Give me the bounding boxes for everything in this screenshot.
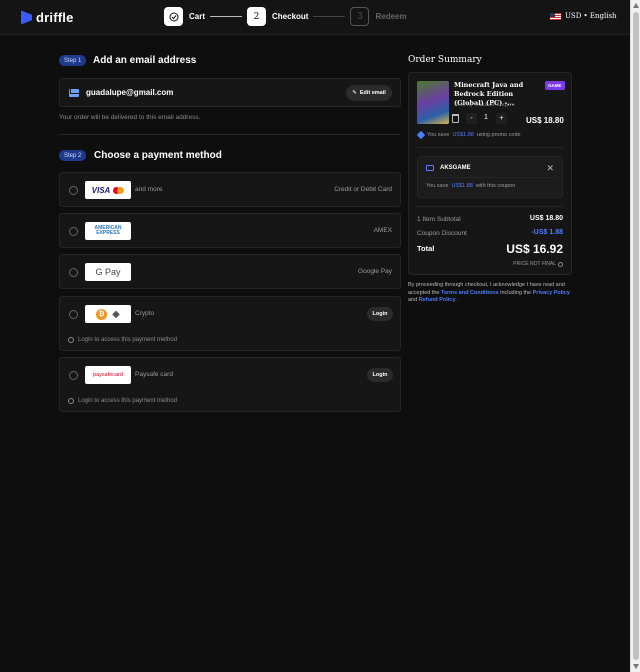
qty-increase-button[interactable]: + xyxy=(496,113,507,124)
amex-logo: AMERICAN EXPRESS xyxy=(85,222,131,240)
email-note: Your order will be delivered to this ema… xyxy=(59,114,201,121)
payment-option-googlepay[interactable]: G Pay Google Pay xyxy=(59,254,401,289)
info-icon xyxy=(68,337,74,343)
step-1-badge: Step 1 xyxy=(59,55,87,66)
brand-name: driffle xyxy=(36,10,74,25)
locale-selector[interactable]: USD • English xyxy=(550,12,617,20)
promo-savings: You save US$1.88 using promo code xyxy=(416,130,521,140)
discount-value: -US$ 1.88 xyxy=(531,229,563,236)
payment-option-paysafe[interactable]: paysafecard Paysafe card Login Login to … xyxy=(59,357,401,412)
step-connector xyxy=(210,16,243,17)
locale-label: USD • English xyxy=(565,12,617,20)
total-label: Total xyxy=(417,244,435,253)
edit-email-button[interactable]: ✎ Edit email xyxy=(346,85,392,101)
product-thumbnail[interactable] xyxy=(417,81,449,124)
page-scrollbar[interactable] xyxy=(630,0,640,672)
price-not-final: PRICE NOT FINAL xyxy=(513,261,563,267)
trash-icon[interactable] xyxy=(452,114,459,123)
ethereum-icon: ◆ xyxy=(112,308,120,320)
top-header: driffle Cart 2 Checkout 3 Redeem USD • E… xyxy=(0,0,630,35)
step-cart-check-icon xyxy=(164,7,183,26)
paysafe-login-button[interactable]: Login xyxy=(367,368,393,382)
step-redeem-number: 3 xyxy=(350,7,370,26)
coupon-savings: You save US$1.88 with this coupon xyxy=(426,183,516,189)
step-checkout-label: Checkout xyxy=(272,12,309,21)
step-connector xyxy=(313,16,346,17)
privacy-link[interactable]: Privacy Policy xyxy=(533,290,570,296)
radio-crypto[interactable] xyxy=(69,310,78,319)
paysafecard-logo: paysafecard xyxy=(85,366,131,384)
payment-option-amex[interactable]: AMERICAN EXPRESS AMEX xyxy=(59,213,401,248)
radio-googlepay[interactable] xyxy=(69,268,78,277)
brand-logo[interactable]: driffle xyxy=(21,10,74,25)
order-summary-card: Minecraft Java and Bedrock Edition (Glob… xyxy=(408,72,572,275)
subtotal-value: US$ 18.80 xyxy=(529,215,563,222)
scroll-thumb[interactable] xyxy=(633,12,639,660)
info-icon xyxy=(68,398,74,404)
subtotal-label: 1 Item Subtotal xyxy=(417,216,461,223)
section-divider xyxy=(59,134,401,135)
card-method-name: Credit or Debit Card xyxy=(334,186,392,193)
paysafe-label: Paysafe card xyxy=(135,371,173,378)
coupon-divider xyxy=(426,177,556,178)
visa-mastercard-logo: VISA xyxy=(85,181,131,199)
googlepay-method-name: Google Pay xyxy=(358,268,392,275)
summary-divider xyxy=(417,206,563,207)
crypto-logo: ₿ ◆ xyxy=(85,305,131,323)
qty-decrease-button[interactable]: - xyxy=(466,113,477,124)
card-more-label: and more xyxy=(135,186,163,193)
radio-amex[interactable] xyxy=(69,227,78,236)
game-badge: GAME xyxy=(545,81,565,90)
step-redeem-label: Redeem xyxy=(375,12,407,21)
terms-link[interactable]: Terms and Conditions xyxy=(441,290,499,296)
terms-notice: By proceeding through checkout, I acknow… xyxy=(408,282,570,303)
info-icon[interactable] xyxy=(558,261,563,267)
payment-option-crypto[interactable]: ₿ ◆ Crypto Login Login to access this pa… xyxy=(59,296,401,351)
envelope-icon xyxy=(69,89,79,97)
summary-divider xyxy=(417,147,563,148)
discount-label: Coupon Discount xyxy=(417,230,467,237)
step-checkout-number: 2 xyxy=(247,7,267,26)
pencil-icon: ✎ xyxy=(352,90,357,96)
refund-link[interactable]: Refund Policy xyxy=(419,297,456,303)
coupon-box: AKSGAME ✕ You save US$1.88 with this cou… xyxy=(417,156,563,198)
scroll-down-icon[interactable] xyxy=(633,664,639,669)
crypto-label: Crypto xyxy=(135,310,155,317)
tag-icon xyxy=(416,130,426,140)
crypto-login-info: Login to access this payment method xyxy=(68,337,177,343)
driffle-logo-icon xyxy=(21,10,32,25)
seller-info: Sold by eGames Empire xyxy=(454,102,515,108)
email-value: guadalupe@gmail.com xyxy=(86,88,174,97)
crypto-login-button[interactable]: Login xyxy=(367,307,393,321)
paysafe-login-info: Login to access this payment method xyxy=(68,398,177,404)
payment-option-card[interactable]: VISA and more Credit or Debit Card xyxy=(59,172,401,207)
step-2-badge: Step 2 xyxy=(59,150,87,161)
payment-section-title: Choose a payment method xyxy=(94,150,222,161)
radio-paysafe[interactable] xyxy=(69,371,78,380)
us-flag-icon xyxy=(550,12,561,20)
remove-coupon-icon[interactable]: ✕ xyxy=(546,163,554,174)
radio-card[interactable] xyxy=(69,186,78,195)
scroll-up-icon[interactable] xyxy=(633,3,639,8)
email-card: guadalupe@gmail.com ✎ Edit email xyxy=(59,78,401,107)
amex-method-name: AMEX xyxy=(373,227,392,234)
qty-value: 1 xyxy=(484,114,488,121)
product-price: US$ 18.80 xyxy=(526,116,564,125)
coupon-code: AKSGAME xyxy=(440,165,471,171)
order-summary-title: Order Summary xyxy=(408,55,482,65)
bitcoin-icon: ₿ xyxy=(96,308,108,320)
step-cart-label: Cart xyxy=(189,12,206,21)
checkout-progress: Cart 2 Checkout 3 Redeem xyxy=(164,7,407,26)
total-value: US$ 16.92 xyxy=(506,242,563,256)
email-section-title: Add an email address xyxy=(93,55,197,66)
coupon-tag-icon xyxy=(426,165,434,171)
google-pay-logo: G Pay xyxy=(85,263,131,281)
